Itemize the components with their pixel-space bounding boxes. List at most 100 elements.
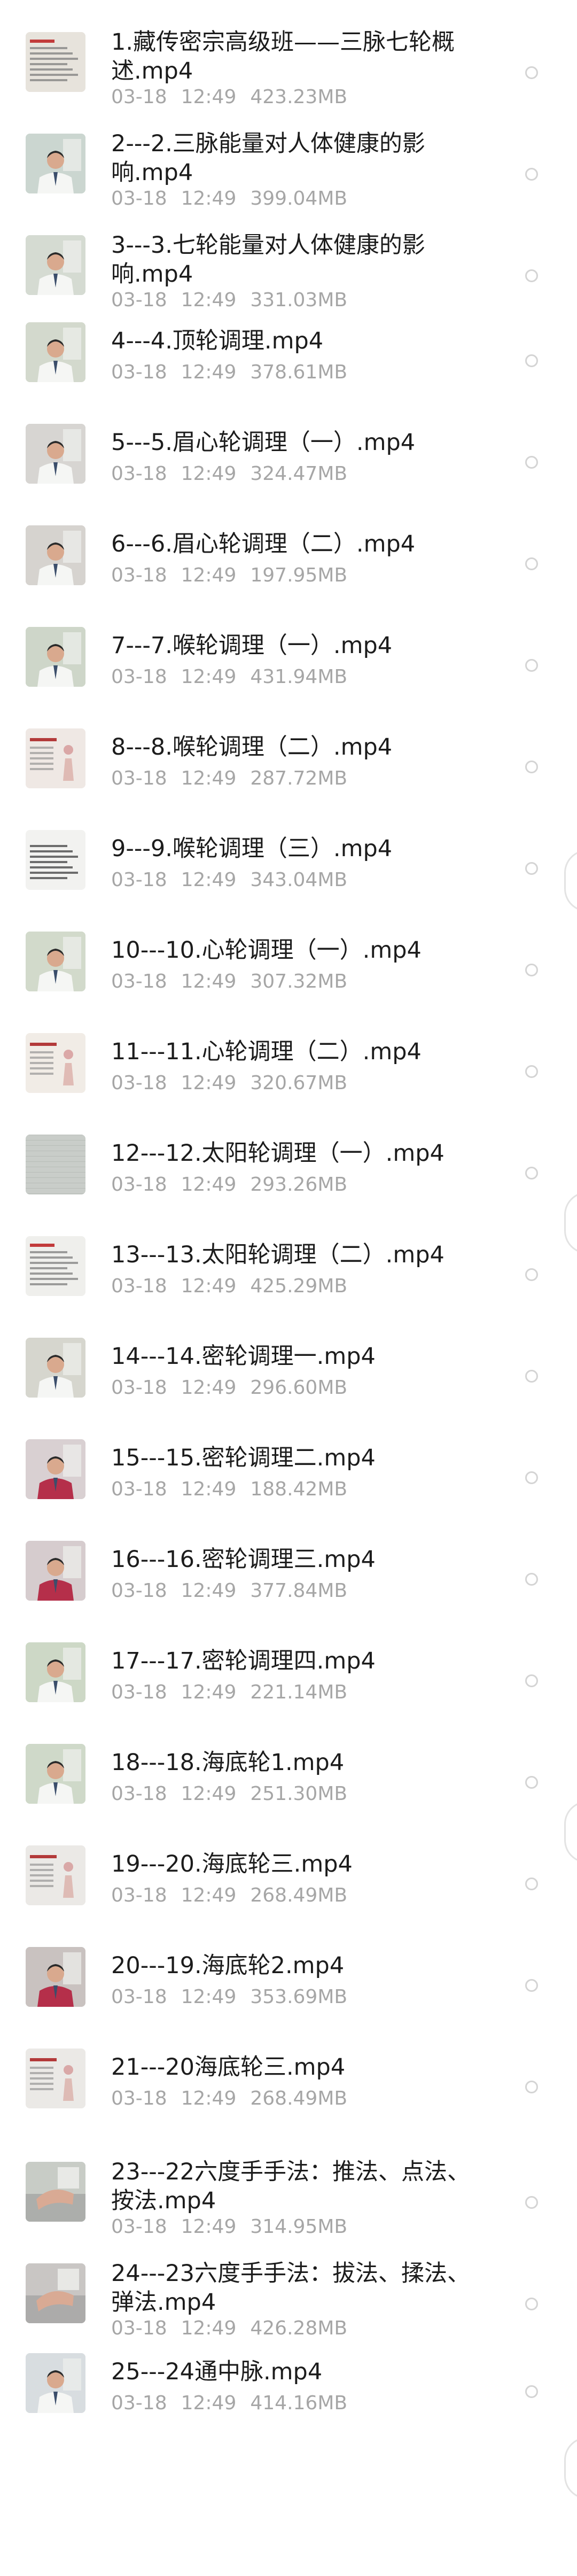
file-name: 9---9.喉轮调理（三）.mp4: [111, 834, 485, 863]
file-row[interactable]: 15---15.密轮调理二.mp4 03-18 12:49 188.42MB: [0, 1419, 577, 1520]
file-date: 03-18: [111, 971, 167, 992]
select-radio[interactable]: [525, 1573, 538, 1586]
select-radio[interactable]: [525, 2385, 538, 2398]
file-meta: 03-18 12:49 197.95MB: [111, 564, 347, 587]
file-row[interactable]: 18---18.海底轮1.mp4 03-18 12:49 251.30MB: [0, 1724, 577, 1825]
file-row[interactable]: 13---13.太阳轮调理（二）.mp4 03-18 12:49 425.29MB: [0, 1216, 577, 1317]
file-time: 12:49: [181, 463, 237, 485]
file-row[interactable]: 1.藏传密宗高级班——三脉七轮概 述.mp4 03-18 12:49 423.23MB: [0, 0, 577, 108]
select-radio[interactable]: [525, 1268, 538, 1281]
file-date: 03-18: [111, 2392, 167, 2414]
select-radio[interactable]: [525, 456, 538, 469]
file-size: 268.49MB: [250, 1884, 348, 1906]
file-time: 12:49: [181, 1986, 237, 2008]
file-row[interactable]: 25---24通中脉.mp4 03-18 12:49 414.16MB: [0, 2333, 577, 2434]
file-date: 03-18: [111, 767, 167, 789]
file-row[interactable]: 19---20.海底轮三.mp4 03-18 12:49 268.49MB: [0, 1825, 577, 1927]
select-radio[interactable]: [525, 1877, 538, 1890]
file-date: 03-18: [111, 869, 167, 891]
file-name-line: 11---11.心轮调理（二）.mp4: [111, 1038, 422, 1065]
file-date: 03-18: [111, 1681, 167, 1703]
file-row[interactable]: 21---20海底轮三.mp4 03-18 12:49 268.49MB: [0, 2028, 577, 2130]
file-date: 03-18: [111, 2088, 167, 2109]
file-time: 12:49: [181, 971, 237, 992]
file-time: 12:49: [181, 2088, 237, 2109]
file-name: 25---24通中脉.mp4: [111, 2357, 485, 2386]
select-radio[interactable]: [525, 66, 538, 79]
file-row[interactable]: 24---23六度手手法：拔法、揉法、 弹法.mp4 03-18 12:49 426.2…: [0, 2231, 577, 2339]
file-name-line: 3---3.七轮能量对人体健康的影: [111, 232, 425, 259]
select-radio[interactable]: [525, 1370, 538, 1383]
file-row[interactable]: 12---12.太阳轮调理（一）.mp4 03-18 12:49 293.26MB: [0, 1114, 577, 1216]
file-time: 12:49: [181, 1884, 237, 1906]
select-radio[interactable]: [525, 1674, 538, 1687]
select-radio[interactable]: [525, 862, 538, 875]
file-row[interactable]: 4---4.顶轮调理.mp4 03-18 12:49 378.61MB: [0, 302, 577, 404]
select-radio[interactable]: [525, 354, 538, 367]
file-name: 19---20.海底轮三.mp4: [111, 1850, 485, 1879]
file-name-line: 8---8.喉轮调理（二）.mp4: [111, 734, 393, 761]
file-row[interactable]: 17---17.密轮调理四.mp4 03-18 12:49 221.14MB: [0, 1622, 577, 1724]
select-radio[interactable]: [525, 2196, 538, 2209]
file-meta: 03-18 12:49 324.47MB: [111, 462, 347, 486]
video-thumbnail: [26, 1439, 85, 1499]
file-name-line: 2---2.三脉能量对人体健康的影: [111, 130, 425, 157]
file-row[interactable]: 23---22六度手手法：推法、点法、 按法.mp4 03-18 12:49 314.9…: [0, 2130, 577, 2238]
file-name-line: 5---5.眉心轮调理（一）.mp4: [111, 429, 416, 456]
file-meta: 03-18 12:49 268.49MB: [111, 2087, 347, 2111]
select-radio[interactable]: [525, 1065, 538, 1078]
file-name-line: 按法.mp4: [111, 2187, 216, 2214]
file-meta: 03-18 12:49 425.29MB: [111, 1275, 347, 1298]
file-row[interactable]: 20---19.海底轮2.mp4 03-18 12:49 353.69MB: [0, 1927, 577, 2028]
file-size: 287.72MB: [250, 767, 348, 789]
select-radio[interactable]: [525, 2081, 538, 2093]
select-radio[interactable]: [525, 1776, 538, 1789]
file-name-line: 17---17.密轮调理四.mp4: [111, 1648, 376, 1674]
file-name-line: 14---14.密轮调理一.mp4: [111, 1343, 376, 1370]
file-row[interactable]: 14---14.密轮调理一.mp4 03-18 12:49 296.60MB: [0, 1317, 577, 1419]
file-date: 03-18: [111, 1884, 167, 1906]
select-radio[interactable]: [525, 659, 538, 672]
file-date: 03-18: [111, 1174, 167, 1196]
file-time: 12:49: [181, 361, 237, 383]
file-row[interactable]: 16---16.密轮调理三.mp4 03-18 12:49 377.84MB: [0, 1520, 577, 1622]
select-radio[interactable]: [525, 269, 538, 282]
file-size: 377.84MB: [250, 1580, 348, 1602]
select-radio[interactable]: [525, 1979, 538, 1992]
file-row[interactable]: 6---6.眉心轮调理（二）.mp4 03-18 12:49 197.95MB: [0, 505, 577, 607]
file-time: 12:49: [181, 1275, 237, 1297]
file-name: 8---8.喉轮调理（二）.mp4: [111, 733, 485, 762]
file-row[interactable]: 7---7.喉轮调理（一）.mp4 03-18 12:49 431.94MB: [0, 607, 577, 708]
select-radio[interactable]: [525, 557, 538, 570]
file-time: 12:49: [181, 564, 237, 586]
select-radio[interactable]: [525, 168, 538, 181]
file-name-line: 16---16.密轮调理三.mp4: [111, 1546, 376, 1573]
file-row[interactable]: 2---2.三脉能量对人体健康的影 响.mp4 03-18 12:49 399.04MB: [0, 102, 577, 210]
file-size: 343.04MB: [250, 869, 348, 891]
file-row[interactable]: 9---9.喉轮调理（三）.mp4 03-18 12:49 343.04MB: [0, 810, 577, 911]
select-radio[interactable]: [525, 964, 538, 976]
select-radio[interactable]: [525, 1167, 538, 1180]
file-size: 197.95MB: [250, 564, 348, 586]
file-date: 03-18: [111, 1580, 167, 1602]
file-name-line: 19---20.海底轮三.mp4: [111, 1851, 353, 1877]
select-radio[interactable]: [525, 1471, 538, 1484]
file-time: 12:49: [181, 1478, 237, 1500]
file-row[interactable]: 10---10.心轮调理（一）.mp4 03-18 12:49 307.32MB: [0, 911, 577, 1013]
file-name-line: 25---24通中脉.mp4: [111, 2358, 323, 2385]
file-meta: 03-18 12:49 431.94MB: [111, 665, 347, 689]
file-name: 21---20海底轮三.mp4: [111, 2053, 485, 2082]
file-row[interactable]: 5---5.眉心轮调理（一）.mp4 03-18 12:49 324.47MB: [0, 404, 577, 505]
file-row[interactable]: 3---3.七轮能量对人体健康的影 响.mp4 03-18 12:49 331.03MB: [0, 203, 577, 311]
file-size: 307.32MB: [250, 971, 348, 992]
select-radio[interactable]: [525, 761, 538, 773]
video-thumbnail: [26, 2263, 85, 2323]
file-name: 13---13.太阳轮调理（二）.mp4: [111, 1240, 485, 1269]
file-size: 353.69MB: [250, 1986, 348, 2008]
file-row[interactable]: 8---8.喉轮调理（二）.mp4 03-18 12:49 287.72MB: [0, 708, 577, 810]
select-radio[interactable]: [525, 2298, 538, 2310]
file-name-line: 18---18.海底轮1.mp4: [111, 1749, 345, 1776]
file-date: 03-18: [111, 1072, 167, 1094]
file-name: 20---19.海底轮2.mp4: [111, 1951, 485, 1980]
file-row[interactable]: 11---11.心轮调理（二）.mp4 03-18 12:49 320.67MB: [0, 1013, 577, 1114]
